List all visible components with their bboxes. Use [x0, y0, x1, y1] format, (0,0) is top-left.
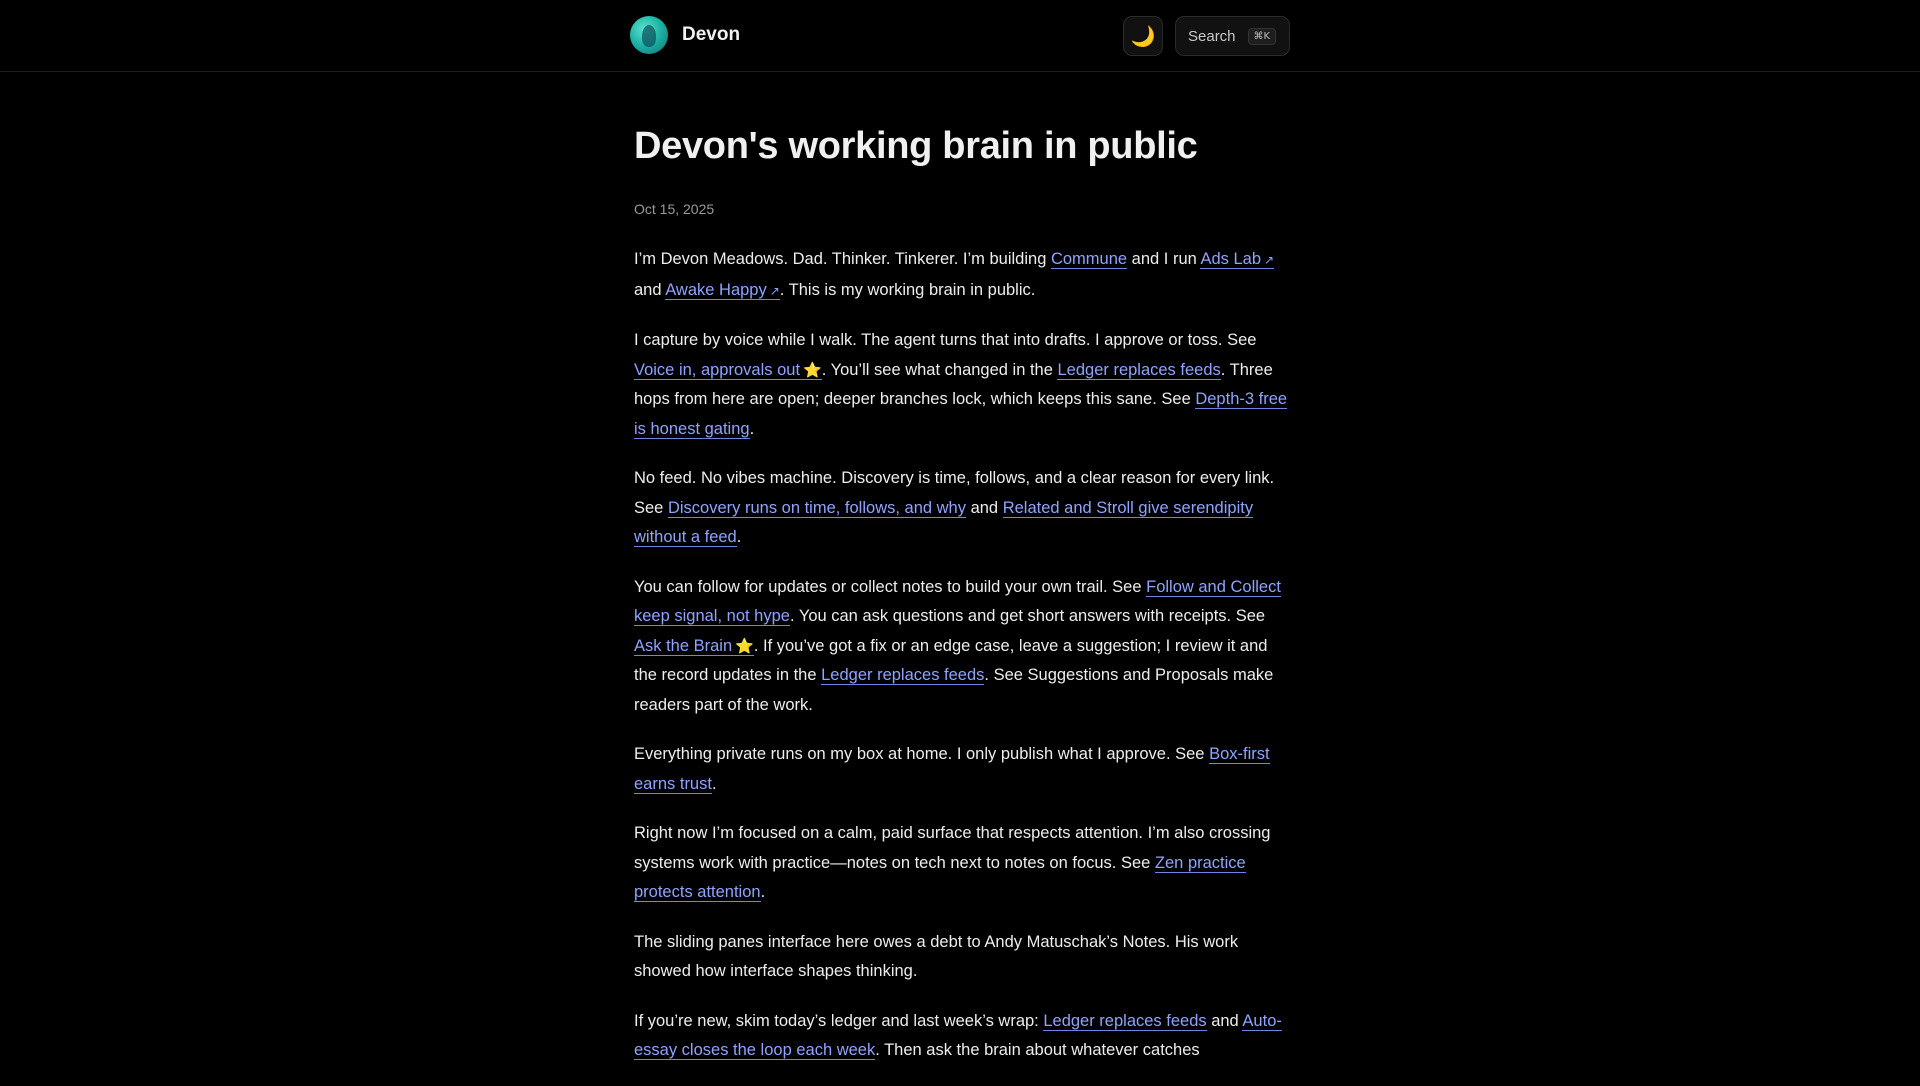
paragraph: I’m Devon Meadows. Dad. Thinker. Tinkere… [634, 245, 1294, 306]
article: Devon's working brain in public Oct 15, … [634, 118, 1294, 1086]
link-ask-the-brain[interactable]: Ask the Brain ⭐ [634, 636, 754, 656]
text: . [760, 883, 766, 901]
paragraph: Everything private runs on my box at hom… [634, 740, 1294, 799]
text: . [749, 419, 755, 438]
publish-date: Oct 15, 2025 [634, 201, 715, 217]
article-body: I’m Devon Meadows. Dad. Thinker. Tinkere… [634, 245, 1294, 1066]
star-icon: ⭐ [735, 637, 754, 655]
text: and [634, 280, 666, 299]
external-link-icon: ↗ [1264, 253, 1275, 267]
search-label: Search [1188, 27, 1236, 45]
text: and [965, 498, 1003, 517]
theme-toggle-button[interactable]: 🌙 [1123, 16, 1163, 56]
link-label: Awake Happy [665, 280, 767, 299]
text: . [736, 528, 742, 546]
paragraph: If you’re new, skim today’s ledger and l… [634, 1007, 1294, 1066]
moon-icon: 🌙 [1130, 25, 1156, 48]
text: . This is my working brain in public. [779, 280, 1036, 299]
top-bar: Devon 🌙 Search ⌘K [0, 0, 1920, 72]
external-link-icon: ↗ [769, 283, 780, 298]
text: I’m Devon Meadows. Dad. Thinker. Tinkere… [634, 250, 1051, 268]
text: . Then ask the brain about whatever catc… [875, 1041, 1200, 1059]
star-icon: ⭐ [803, 361, 822, 379]
link-voice-in-approvals-out[interactable]: Voice in, approvals out ⭐ [634, 360, 822, 380]
link-label: Voice in, approvals out [634, 360, 801, 379]
site-name: Devon [682, 24, 741, 45]
text: and [1206, 1011, 1243, 1030]
text: and I run [1127, 250, 1201, 268]
page-title: Devon's working brain in public [634, 125, 1198, 167]
text: Everything private runs on my box at hom… [634, 745, 1210, 763]
text: You can follow for updates or collect no… [634, 577, 1147, 596]
search-button[interactable]: Search ⌘K [1175, 16, 1290, 56]
link-ledger-replaces-feeds[interactable]: Ledger replaces feeds [821, 666, 985, 685]
text: The sliding panes interface here owes a … [634, 932, 1239, 981]
text: I capture by voice while I walk. The age… [634, 331, 1257, 349]
link-label: Ask the Brain [634, 636, 733, 655]
avatar [630, 16, 668, 54]
text: . You can ask questions and get short an… [789, 607, 1266, 625]
paragraph: No feed. No vibes machine. Discovery is … [634, 464, 1294, 553]
link-ads-lab[interactable]: Ads Lab ↗ [1200, 250, 1275, 269]
site-brand-link[interactable]: Devon [630, 16, 740, 54]
link-awake-happy[interactable]: Awake Happy ↗ [665, 280, 780, 300]
link-discovery-runs[interactable]: Discovery runs on time, follows, and why [667, 498, 966, 518]
paragraph: I capture by voice while I walk. The age… [634, 326, 1294, 444]
link-ledger-replaces-feeds[interactable]: Ledger replaces feeds [1057, 360, 1221, 380]
link-label: Ads Lab [1200, 250, 1262, 268]
link-ledger-replaces-feeds[interactable]: Ledger replaces feeds [1043, 1011, 1207, 1031]
text: . You’ll see what changed in the [821, 360, 1058, 379]
text: If you’re new, skim today’s ledger and l… [634, 1011, 1044, 1030]
paragraph: You can follow for updates or collect no… [634, 573, 1294, 721]
link-commune[interactable]: Commune [1050, 250, 1128, 269]
keyboard-shortcut-badge: ⌘K [1247, 27, 1277, 45]
paragraph: The sliding panes interface here owes a … [634, 928, 1294, 987]
text: . [711, 774, 717, 793]
paragraph: Right now I’m focused on a calm, paid su… [634, 819, 1294, 908]
